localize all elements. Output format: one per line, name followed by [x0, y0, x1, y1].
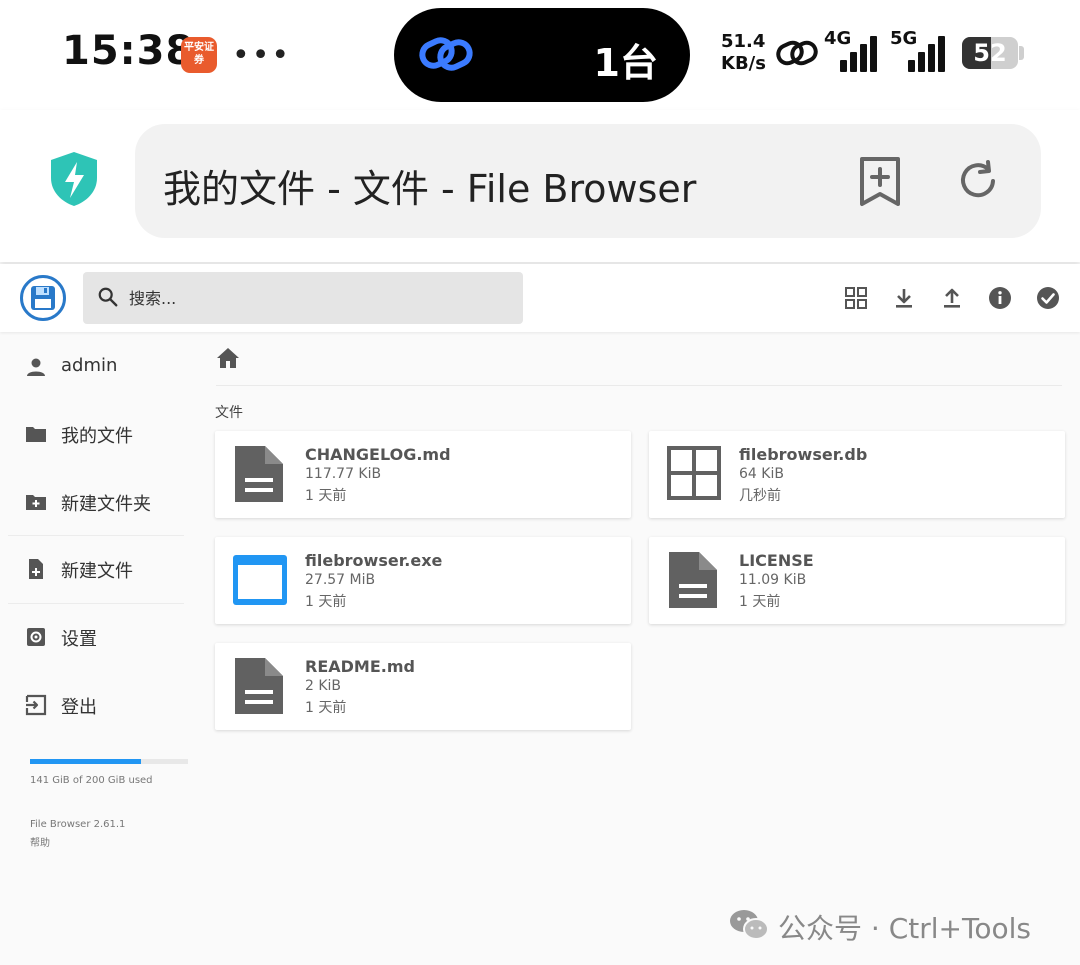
- sidebar-item-new-file[interactable]: 新建文件: [0, 535, 200, 601]
- speed-value: 51.4: [721, 31, 766, 52]
- file-modified: 1 天前: [305, 594, 347, 610]
- select-button[interactable]: [1034, 284, 1062, 312]
- battery-icon: 52: [962, 37, 1018, 69]
- security-shield-icon: [51, 152, 97, 206]
- sidebar-item-logout[interactable]: 登出: [0, 671, 200, 737]
- download-icon: [896, 289, 912, 308]
- status-time: 15:38: [62, 28, 195, 74]
- file-item[interactable]: CHANGELOG.md 117.77 KiB 1 天前: [215, 431, 631, 518]
- info-button[interactable]: [986, 284, 1014, 312]
- dynamic-island[interactable]: 1台: [394, 8, 690, 102]
- check-circle-icon: [1037, 287, 1059, 309]
- watermark-text: 公众号 · Ctrl+Tools: [778, 912, 1031, 945]
- person-icon: [27, 358, 45, 376]
- file-modified: 1 天前: [305, 700, 347, 716]
- reload-icon[interactable]: [953, 156, 1003, 206]
- file-name: LICENSE: [739, 551, 814, 570]
- add-bookmark-button[interactable]: [855, 156, 905, 208]
- upload-icon: [944, 288, 960, 308]
- wechat-icon: [730, 910, 769, 940]
- file-modified: 1 天前: [739, 594, 781, 610]
- file-modified: 1 天前: [305, 488, 347, 504]
- folder-icon: [26, 427, 46, 442]
- grid-view-icon: [845, 287, 867, 309]
- sidebar-item-label: 设置: [61, 629, 97, 650]
- battery-level: 52: [973, 39, 1007, 67]
- file-size: 2 KiB: [305, 678, 342, 694]
- new-file-icon: [29, 559, 43, 579]
- storage-usage-text: 141 GiB of 200 GiB used: [30, 775, 153, 786]
- sidebar-item-label: 我的文件: [61, 426, 133, 447]
- floppy-disk-icon: [31, 286, 55, 310]
- browser-bar: 我的文件 - 文件 - File Browser: [0, 110, 1080, 262]
- file-item[interactable]: filebrowser.db 64 KiB 几秒前: [649, 431, 1065, 518]
- sidebar-item-label: 登出: [61, 697, 97, 718]
- files-section-title: 文件: [215, 405, 243, 421]
- notification-app-icon: 平安证券: [181, 37, 217, 73]
- help-link[interactable]: 帮助: [30, 834, 50, 849]
- file-size: 11.09 KiB: [739, 572, 807, 588]
- breadcrumb: [216, 346, 1062, 386]
- island-device-count: 1台: [593, 41, 658, 85]
- link-icon: [419, 37, 473, 71]
- file-size: 64 KiB: [739, 466, 784, 482]
- text-file-icon: [235, 658, 283, 714]
- sidebar-item-new-folder[interactable]: 新建文件夹: [0, 468, 200, 534]
- file-modified: 几秒前: [739, 488, 781, 504]
- info-icon: [989, 287, 1011, 309]
- search-icon: [98, 287, 118, 307]
- app-header: [0, 264, 1080, 332]
- network-speed: 51.4 KB/s: [721, 31, 766, 75]
- file-name: CHANGELOG.md: [305, 445, 451, 464]
- address-bar[interactable]: 我的文件 - 文件 - File Browser: [135, 124, 1041, 238]
- watermark: 公众号 · Ctrl+Tools: [728, 905, 1058, 945]
- file-size: 27.57 MiB: [305, 572, 376, 588]
- sidebar-item-label: admin: [61, 355, 118, 376]
- sidebar-item-my-files[interactable]: 我的文件: [0, 400, 200, 466]
- file-size: 117.77 KiB: [305, 466, 382, 482]
- upload-button[interactable]: [938, 284, 966, 312]
- search-input[interactable]: [129, 282, 509, 314]
- sidebar-item-user[interactable]: admin: [0, 333, 200, 399]
- storage-progress-bar: [30, 759, 188, 764]
- page-title: 我的文件 - 文件 - File Browser: [163, 167, 697, 211]
- file-name: filebrowser.db: [739, 445, 868, 464]
- logout-icon: [25, 694, 47, 716]
- app-version: File Browser 2.61.1: [30, 819, 126, 830]
- speed-unit: KB/s: [721, 53, 766, 74]
- file-item[interactable]: filebrowser.exe 27.57 MiB 1 天前: [215, 537, 631, 624]
- settings-icon: [27, 628, 45, 646]
- sidebar-item-label: 新建文件: [61, 561, 133, 582]
- filebrowser-logo[interactable]: [20, 275, 66, 321]
- home-icon[interactable]: [216, 346, 240, 370]
- sidebar-item-settings[interactable]: 设置: [0, 603, 200, 669]
- executable-window-icon: [233, 555, 287, 605]
- storage-progress-fill: [30, 759, 142, 764]
- download-button[interactable]: [890, 284, 918, 312]
- hotspot-icon: [776, 40, 818, 66]
- grid-view-button[interactable]: [842, 284, 870, 312]
- sidebar: admin 我的文件 新建文件夹 新建文件 设置 登出 141 GiB of 2…: [0, 332, 200, 965]
- toolbar: [822, 284, 1062, 312]
- text-file-icon: [669, 552, 717, 608]
- search-box[interactable]: [83, 272, 523, 324]
- battery-tip: [1019, 46, 1024, 60]
- file-item[interactable]: README.md 2 KiB 1 天前: [215, 643, 631, 730]
- new-folder-icon: [26, 495, 46, 510]
- database-grid-icon: [667, 446, 721, 500]
- text-file-icon: [235, 446, 283, 502]
- more-notifications-icon: •••: [232, 38, 292, 73]
- status-bar: 15:38 平安证券 ••• 1台 51.4 KB/s 4G 5G 52: [0, 0, 1080, 110]
- file-name: README.md: [305, 657, 415, 676]
- file-name: filebrowser.exe: [305, 551, 443, 570]
- file-item[interactable]: LICENSE 11.09 KiB 1 天前: [649, 537, 1065, 624]
- sidebar-item-label: 新建文件夹: [61, 494, 151, 515]
